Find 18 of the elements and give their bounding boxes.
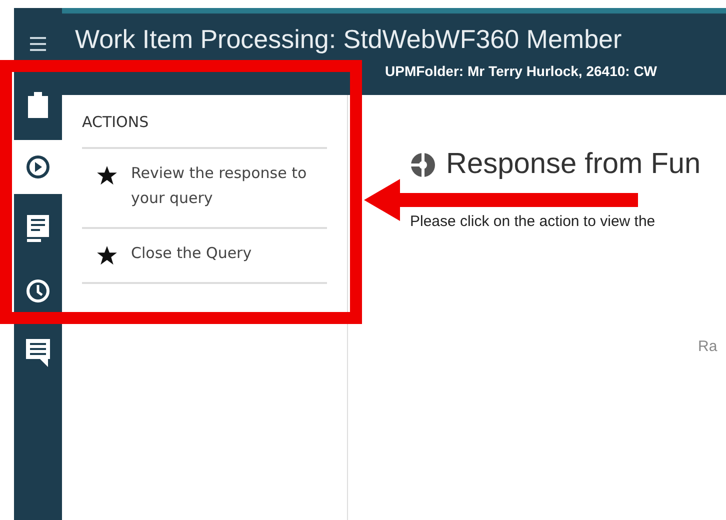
action-item[interactable]: Close the Query xyxy=(82,229,327,284)
chat-icon xyxy=(26,339,50,367)
pie-icon xyxy=(410,152,436,178)
content-heading: Response from Fun xyxy=(446,148,701,181)
sidebar-item[interactable] xyxy=(14,140,62,194)
star-icon xyxy=(97,246,117,265)
window-title: Work Item Processing: StdWebWF360 Member xyxy=(75,24,622,55)
folder-subtitle: UPMFolder: Mr Terry Hurlock, 26410: CW xyxy=(385,63,658,79)
clock-icon xyxy=(26,279,50,303)
actions-heading: ACTIONS xyxy=(82,113,327,149)
play-icon xyxy=(26,155,50,179)
side-text: Ra xyxy=(698,338,718,355)
clipboard-icon xyxy=(28,92,48,118)
star-icon xyxy=(97,166,117,185)
instruction-text: Please click on the action to view the xyxy=(410,213,656,230)
menu-icon xyxy=(30,37,46,51)
action-item[interactable]: Review the response to your query xyxy=(82,149,327,229)
document-icon xyxy=(27,215,49,243)
